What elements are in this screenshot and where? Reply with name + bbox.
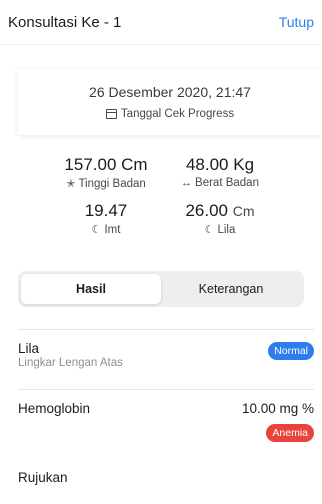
stat-lila: 26.00 Cm ☾ Lila (160, 201, 280, 236)
result-row-lila: Lila Lingkar Lengan Atas Normal (18, 329, 314, 389)
stat-label: Tinggi Badan (78, 177, 146, 190)
stat-label: Berat Badan (195, 177, 259, 189)
tab-hasil[interactable]: Hasil (21, 274, 161, 304)
status-badge: Normal (268, 342, 314, 360)
stat-label: Lila (217, 223, 236, 236)
page-title: Konsultasi Ke - 1 (8, 13, 122, 31)
status-badge: Anemia (266, 424, 314, 442)
arrows-horizontal-icon: ↔ (181, 177, 193, 189)
stat-value: 157.00 Cm (64, 155, 148, 174)
stat-imt: 19.47 ☾ Imt (46, 201, 166, 236)
stat-value-row: 26.00 Cm (160, 201, 280, 221)
date-card: 26 Desember 2020, 21:47 Tanggal Cek Prog… (18, 69, 322, 135)
header-divider (0, 44, 322, 45)
segmented-control-wrap: Hasil Keterangan (0, 271, 322, 307)
stat-label: Imt (104, 223, 121, 236)
stat-value: 48.00 Kg (185, 155, 255, 174)
date-subtitle: Tanggal Cek Progress (120, 108, 235, 120)
stats-grid: 157.00 Cm ✭ Tinggi Badan 48.00 Kg ↔ Bera… (0, 135, 322, 245)
result-value: 10.00 mg % (241, 401, 314, 416)
stat-unit: Cm (232, 203, 255, 219)
stat-value-row: 19.47 (46, 201, 166, 221)
moon-icon: ☾ (91, 224, 102, 236)
person-icon: ✭ (66, 178, 76, 190)
result-title: Rujukan (18, 470, 68, 485)
result-row-hemoglobin: Hemoglobin 10.00 mg % Anemia (18, 389, 314, 453)
consultation-datetime: 26 Desember 2020, 21:47 (89, 84, 251, 100)
date-subtitle-row: Tanggal Cek Progress (105, 108, 235, 120)
stat-weight: 48.00 Kg ↔ Berat Badan (160, 155, 280, 189)
result-row-rujukan[interactable]: Rujukan (18, 453, 314, 504)
moon-icon: ☾ (204, 224, 215, 236)
stat-label-row: ↔ Berat Badan (160, 177, 280, 189)
close-button[interactable]: Tutup (279, 14, 314, 30)
stat-label-row: ✭ Tinggi Badan (46, 177, 166, 191)
header-bar: Konsultasi Ke - 1 Tutup (0, 0, 322, 44)
calendar-icon (105, 109, 117, 119)
stat-label-row: ☾ Imt (46, 223, 166, 237)
segmented-control: Hasil Keterangan (18, 271, 304, 307)
stat-value: 26.00 (185, 201, 229, 220)
result-subtitle: Lingkar Lengan Atas (18, 357, 123, 369)
stat-label-row: ☾ Lila (160, 223, 280, 237)
tab-keterangan[interactable]: Keterangan (161, 274, 301, 304)
stat-height: 157.00 Cm ✭ Tinggi Badan (46, 155, 166, 190)
stat-value: 19.47 (84, 201, 128, 220)
